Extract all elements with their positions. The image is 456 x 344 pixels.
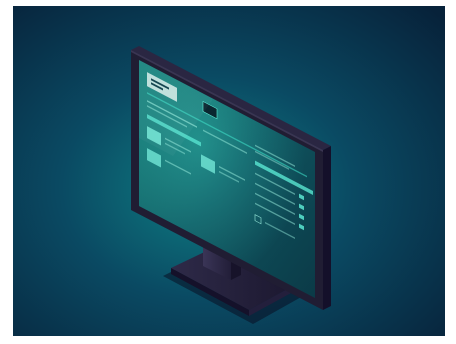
monitor-illustration (13, 6, 445, 336)
image-frame (0, 0, 456, 344)
illustration-scene (13, 6, 445, 336)
monitor-side-edge (323, 146, 331, 310)
